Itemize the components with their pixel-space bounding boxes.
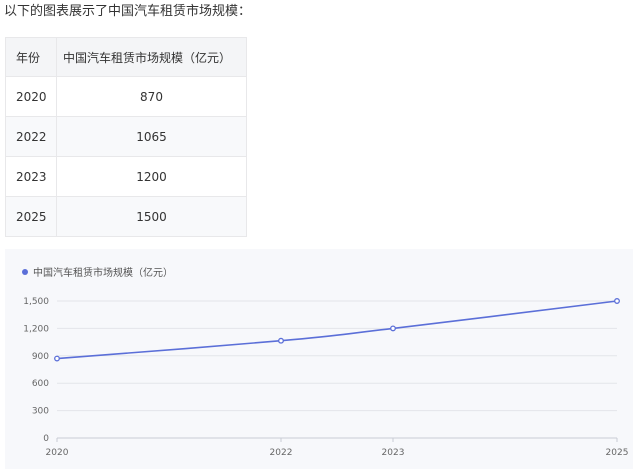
- table-row: 2022 1065: [5, 116, 247, 157]
- line-chart: 中国汽车租赁市场规模（亿元） 0 300 600 900 1,200 1,500 2020…: [22, 266, 629, 458]
- chart-legend: 中国汽车租赁市场规模（亿元）: [22, 266, 173, 279]
- x-axis: 2020 2022 2023 2025: [46, 438, 629, 458]
- y-tick-label: 600: [32, 379, 49, 389]
- table-cell-value: 870: [56, 76, 247, 117]
- table-header-value: 中国汽车租赁市场规模（亿元）: [56, 37, 247, 77]
- table-cell-year: 2023: [5, 156, 57, 197]
- series-line: [56, 300, 618, 360]
- table-header-row: 年份 中国汽车租赁市场规模（亿元）: [5, 37, 247, 77]
- table-row: 2025 1500: [5, 196, 247, 237]
- x-tick-label: 2020: [46, 448, 69, 458]
- legend-marker: [22, 269, 28, 275]
- x-tick-label: 2022: [270, 448, 293, 458]
- data-point[interactable]: [278, 337, 284, 344]
- x-tick-label: 2023: [382, 448, 405, 458]
- table-cell-value: 1500: [56, 196, 247, 237]
- intro-text: 以下的图表展示了中国汽车租赁市场规模：: [4, 4, 252, 19]
- y-tick-label: 900: [32, 352, 49, 362]
- data-point[interactable]: [390, 325, 396, 332]
- y-tick-label: 0: [43, 434, 49, 444]
- table-header-year: 年份: [5, 37, 57, 77]
- y-tick-label: 300: [32, 407, 49, 417]
- data-point[interactable]: [54, 355, 60, 362]
- table-row: 2020 870: [5, 76, 247, 117]
- table-cell-year: 2025: [5, 196, 57, 237]
- y-axis: 0 300 600 900 1,200 1,500: [23, 297, 49, 444]
- table-row: 2023 1200: [5, 156, 247, 197]
- table-cell-year: 2022: [5, 116, 57, 157]
- data-point[interactable]: [614, 298, 620, 304]
- table-cell-value: 1200: [56, 156, 247, 197]
- x-tick-label: 2025: [606, 448, 629, 458]
- table-cell-value: 1065: [56, 116, 247, 157]
- data-table: 年份 中国汽车租赁市场规模（亿元） 2020 870 2022 1065 202…: [5, 37, 247, 237]
- y-tick-label: 1,200: [23, 324, 49, 334]
- table-cell-year: 2020: [5, 76, 57, 117]
- chart-panel: 中国汽车租赁市场规模（亿元） 0 300 600 900 1,200 1,500 2020…: [5, 249, 633, 469]
- y-tick-label: 1,500: [23, 297, 49, 307]
- legend-label: 中国汽车租赁市场规模（亿元）: [33, 266, 173, 279]
- chart-grid: [57, 300, 617, 439]
- chart-series: [54, 298, 620, 362]
